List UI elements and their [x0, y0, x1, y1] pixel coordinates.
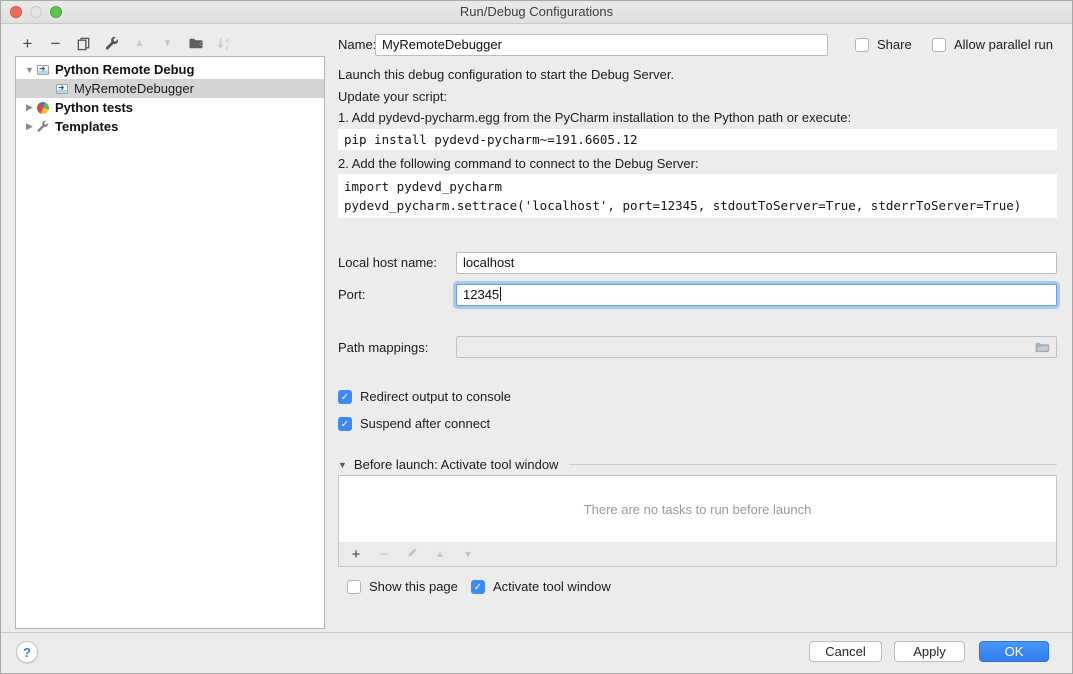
svg-text:z: z: [225, 43, 229, 51]
new-folder-icon[interactable]: [187, 35, 204, 52]
cancel-button[interactable]: Cancel: [809, 641, 882, 662]
section-divider: [569, 464, 1057, 465]
activate-tool-window-checkbox-row[interactable]: Activate tool window: [471, 579, 611, 594]
remote-debug-config-icon: [35, 63, 50, 77]
local-host-name-label: Local host name:: [338, 255, 437, 270]
collapse-icon[interactable]: ▼: [338, 460, 347, 470]
before-launch-title: Before launch: Activate tool window: [354, 457, 559, 472]
path-mappings-label: Path mappings:: [338, 340, 428, 355]
configurations-tree: ▼ Python Remote Debug MyRemoteDebugger: [15, 56, 325, 629]
pip-install-code[interactable]: pip install pydevd-pycharm~=191.6605.12: [338, 129, 1057, 150]
before-launch-toolbar: + − ▲ ▼: [338, 542, 1057, 567]
suspend-after-connect-checkbox[interactable]: [338, 417, 352, 431]
share-checkbox[interactable]: [855, 38, 869, 52]
local-host-name-input[interactable]: localhost: [456, 252, 1057, 274]
move-down-icon: ▼: [159, 35, 176, 52]
configurations-toolbar: + − ▲ ▼ a z: [19, 32, 232, 54]
window-title: Run/Debug Configurations: [1, 4, 1072, 19]
settrace-code-line1: import pydevd_pycharm: [344, 177, 1051, 196]
redirect-output-label: Redirect output to console: [360, 389, 511, 404]
share-checkbox-row[interactable]: Share: [855, 37, 912, 52]
edit-task-icon: [405, 543, 419, 566]
browse-folder-icon[interactable]: [1034, 340, 1050, 361]
remove-configuration-icon[interactable]: −: [47, 35, 64, 52]
text-caret: [500, 287, 501, 301]
move-task-down-icon: ▼: [461, 543, 475, 566]
settrace-code[interactable]: import pydevd_pycharm pydevd_pycharm.set…: [338, 174, 1057, 218]
tree-item-label: Python Remote Debug: [55, 62, 194, 77]
copy-configuration-icon[interactable]: [75, 35, 92, 52]
move-up-icon: ▲: [131, 35, 148, 52]
before-launch-section-header[interactable]: ▼ Before launch: Activate tool window: [338, 457, 1057, 472]
dialog-footer: ? Cancel Apply OK: [1, 632, 1072, 673]
allow-parallel-run-checkbox-row[interactable]: Allow parallel run: [932, 37, 1053, 52]
redirect-output-checkbox[interactable]: [338, 390, 352, 404]
expand-icon[interactable]: ▶: [24, 121, 35, 132]
tree-item-label: Python tests: [55, 100, 133, 115]
tree-item-myremotedebugger[interactable]: MyRemoteDebugger: [16, 79, 324, 98]
suspend-after-connect-label: Suspend after connect: [360, 416, 490, 431]
help-button[interactable]: ?: [16, 641, 38, 663]
tree-item-python-tests[interactable]: ▶ Python tests: [16, 98, 324, 117]
apply-button[interactable]: Apply: [894, 641, 965, 662]
help-icon: ?: [23, 645, 31, 660]
local-host-name-value: localhost: [463, 255, 514, 270]
remote-debug-config-icon: [54, 82, 69, 96]
tree-item-label: Templates: [55, 119, 118, 134]
activate-tool-window-label: Activate tool window: [493, 579, 611, 594]
allow-parallel-run-label: Allow parallel run: [954, 37, 1053, 52]
show-this-page-label: Show this page: [369, 579, 458, 594]
run-debug-configurations-dialog: Run/Debug Configurations + − ▲ ▼ a: [0, 0, 1073, 674]
move-task-up-icon: ▲: [433, 543, 447, 566]
share-label: Share: [877, 37, 912, 52]
show-this-page-checkbox[interactable]: [347, 580, 361, 594]
name-value: MyRemoteDebugger: [382, 37, 502, 52]
remove-task-icon: −: [377, 543, 391, 566]
instruction-step1: 1. Add pydevd-pycharm.egg from the PyCha…: [338, 110, 1057, 125]
ok-button[interactable]: OK: [979, 641, 1049, 662]
tree-item-python-remote-debug[interactable]: ▼ Python Remote Debug: [16, 60, 324, 79]
title-bar[interactable]: Run/Debug Configurations: [1, 1, 1072, 24]
instruction-update-script: Update your script:: [338, 89, 1057, 104]
port-value: 12345: [463, 287, 499, 302]
before-launch-task-list[interactable]: There are no tasks to run before launch: [338, 475, 1057, 543]
tree-item-templates[interactable]: ▶ Templates: [16, 117, 324, 136]
instruction-step2: 2. Add the following command to connect …: [338, 156, 1057, 171]
port-label: Port:: [338, 287, 365, 302]
expand-icon[interactable]: ▶: [24, 102, 35, 113]
show-this-page-checkbox-row[interactable]: Show this page: [347, 579, 458, 594]
add-task-icon[interactable]: +: [349, 543, 363, 566]
allow-parallel-run-checkbox[interactable]: [932, 38, 946, 52]
before-launch-empty-text: There are no tasks to run before launch: [584, 502, 812, 517]
collapse-icon[interactable]: ▼: [24, 65, 35, 75]
path-mappings-input[interactable]: [456, 336, 1057, 358]
name-input[interactable]: MyRemoteDebugger: [375, 34, 828, 56]
instruction-launch: Launch this debug configuration to start…: [338, 67, 1057, 82]
add-configuration-icon[interactable]: +: [19, 35, 36, 52]
templates-wrench-icon: [35, 120, 50, 134]
name-label: Name:: [338, 37, 376, 52]
suspend-after-connect-checkbox-row[interactable]: Suspend after connect: [338, 416, 1057, 431]
python-tests-icon: [35, 101, 50, 115]
tree-item-label: MyRemoteDebugger: [74, 81, 194, 96]
activate-tool-window-checkbox[interactable]: [471, 580, 485, 594]
redirect-output-checkbox-row[interactable]: Redirect output to console: [338, 389, 1057, 404]
sort-configurations-icon: a z: [215, 35, 232, 52]
port-input[interactable]: 12345: [456, 284, 1057, 306]
edit-templates-icon[interactable]: [103, 35, 120, 52]
settrace-code-line2: pydevd_pycharm.settrace('localhost', por…: [344, 196, 1051, 215]
